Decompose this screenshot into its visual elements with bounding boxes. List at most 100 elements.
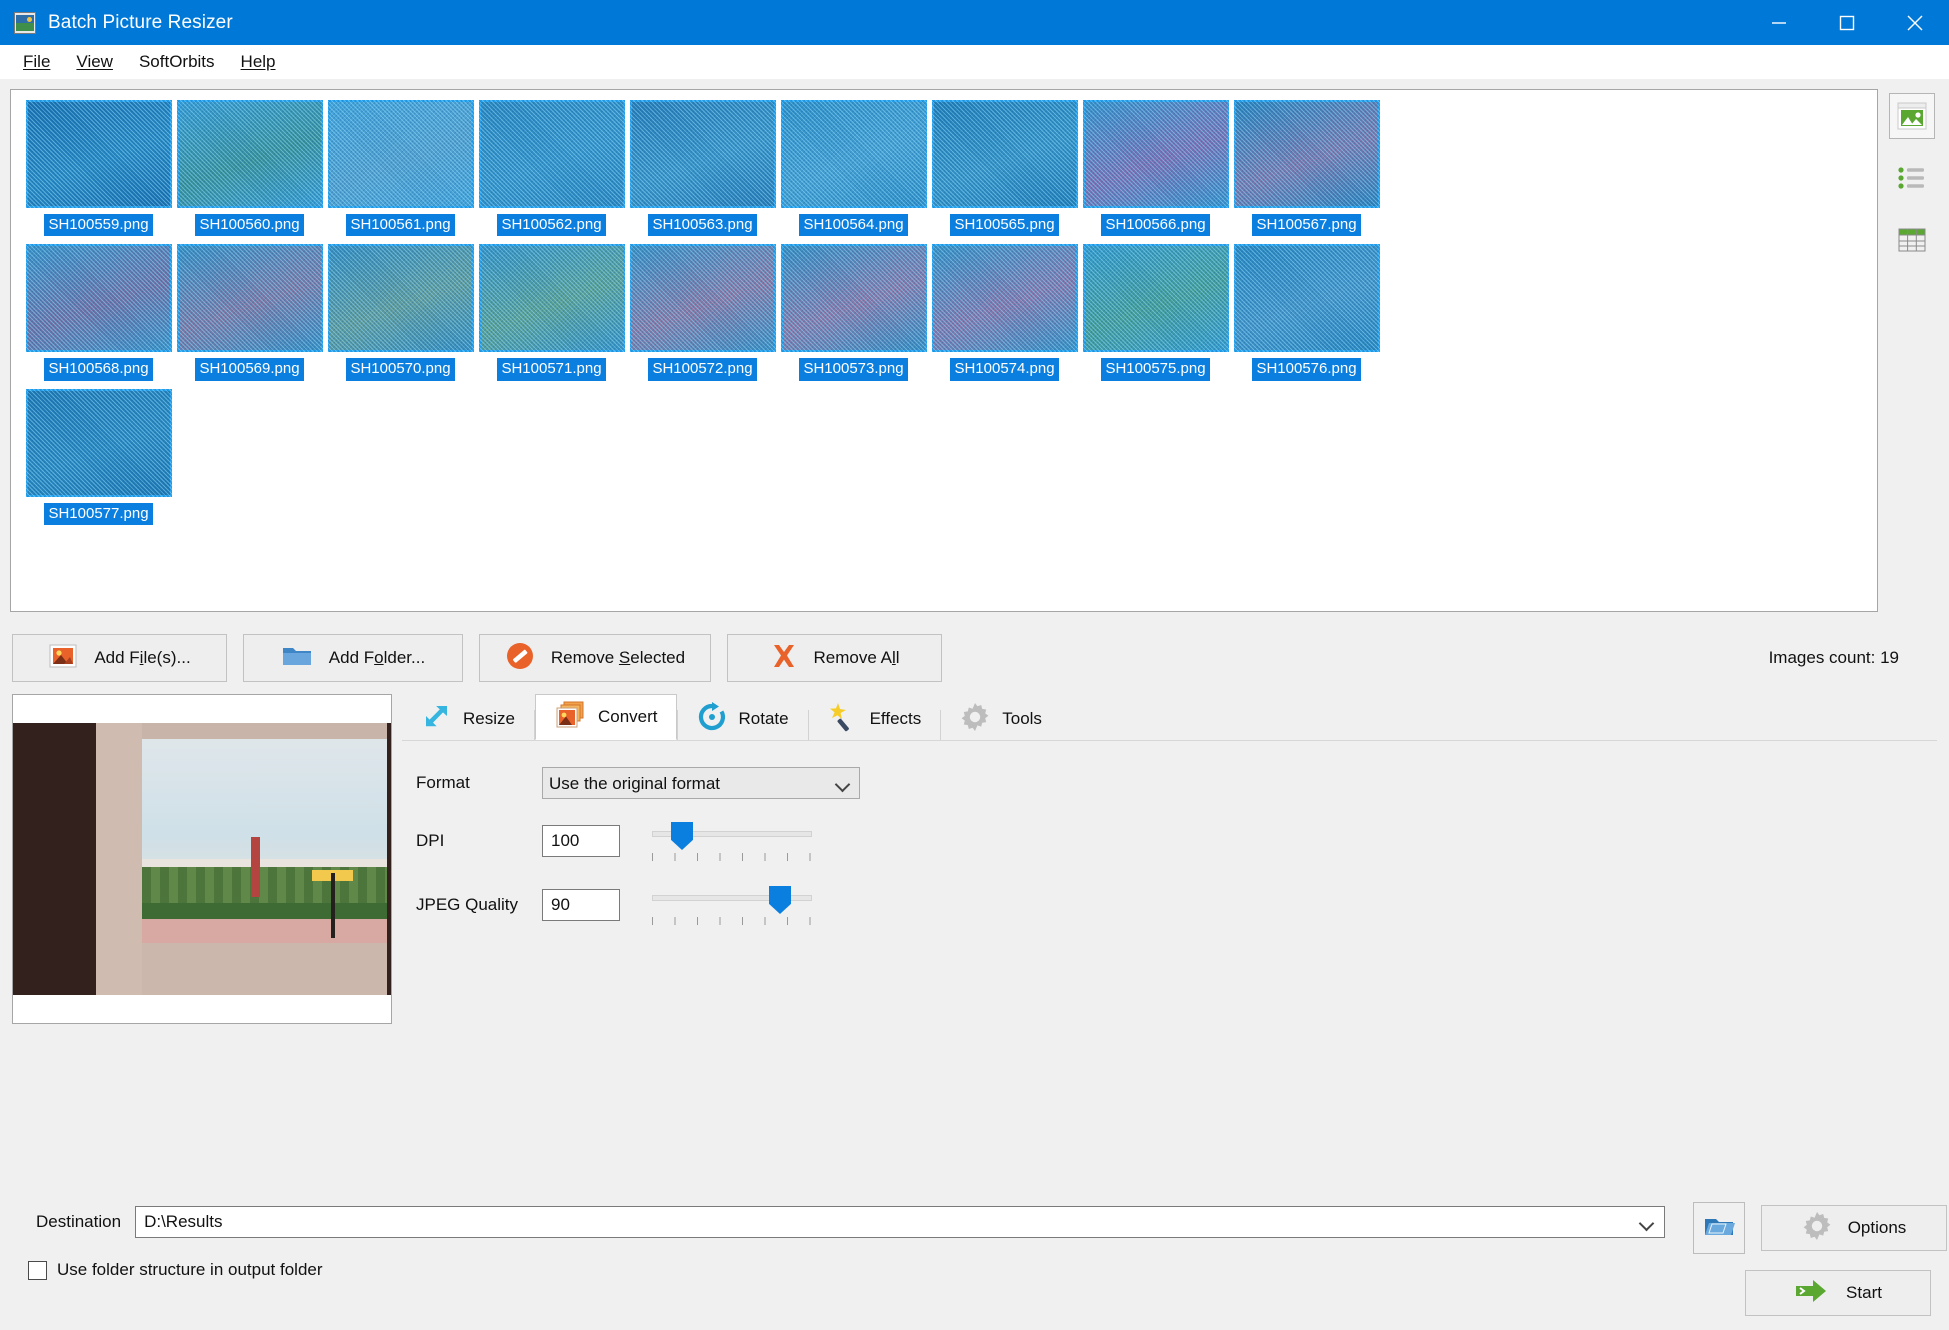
- thumbnail-image[interactable]: [25, 388, 172, 497]
- use-folder-structure-row[interactable]: Use folder structure in output folder: [28, 1260, 1677, 1280]
- maximize-icon[interactable]: [1813, 0, 1881, 45]
- thumbnail-item[interactable]: SH100574.png: [929, 244, 1080, 381]
- tab-convert[interactable]: Convert: [534, 694, 677, 740]
- thumbnail-image[interactable]: [25, 100, 172, 208]
- thumbnail-image[interactable]: [176, 244, 323, 353]
- thumbnail-item[interactable]: SH100565.png: [929, 100, 1080, 237]
- thumbnail-list-panel[interactable]: SH100559.png SH100560.png SH100561.png SH10…: [10, 89, 1878, 612]
- add-folder-button[interactable]: Add Folder...: [243, 634, 463, 682]
- thumbnail-view-icon[interactable]: [1889, 93, 1936, 139]
- selection-overlay: [629, 244, 776, 353]
- tab-rotate-label: Rotate: [738, 709, 789, 728]
- thumbnail-filename: SH100562.png: [497, 214, 606, 237]
- format-label: Format: [416, 773, 470, 792]
- thumbnail-item[interactable]: SH100569.png: [174, 244, 325, 381]
- title-bar: Batch Picture Resizer: [0, 0, 1949, 45]
- thumbnail-item[interactable]: SH100568.png: [23, 244, 174, 381]
- thumbnail-image[interactable]: [25, 244, 172, 353]
- thumbnail-image[interactable]: [327, 100, 474, 208]
- thumbnail-image[interactable]: [176, 100, 323, 208]
- images-count-label: Images count: 19: [1768, 648, 1899, 667]
- thumbnail-item[interactable]: SH100575.png: [1080, 244, 1231, 381]
- thumbnail-image[interactable]: [327, 244, 474, 353]
- tab-rotate[interactable]: Rotate: [677, 698, 808, 740]
- selection-overlay: [327, 100, 474, 208]
- bottom-right-buttons: Options Start: [1677, 1202, 1947, 1316]
- start-button[interactable]: Start: [1745, 1270, 1931, 1316]
- thumbnail-item[interactable]: SH100573.png: [778, 244, 929, 381]
- selection-overlay: [931, 244, 1078, 353]
- minimize-icon[interactable]: [1745, 0, 1813, 45]
- thumbnail-item[interactable]: SH100563.png: [627, 100, 778, 237]
- thumbnail-filename: SH100572.png: [648, 358, 757, 381]
- remove-all-button[interactable]: Remove All: [727, 634, 942, 682]
- thumbnail-image[interactable]: [931, 244, 1078, 353]
- thumbnail-item[interactable]: SH100571.png: [476, 244, 627, 381]
- tab-tools[interactable]: Tools: [941, 698, 1061, 740]
- tab-effects[interactable]: Effects: [808, 698, 941, 740]
- menu-file[interactable]: File: [10, 48, 63, 76]
- thumbnail-item[interactable]: SH100561.png: [325, 100, 476, 237]
- thumbnail-item[interactable]: SH100567.png: [1231, 100, 1382, 237]
- thumbnail-image[interactable]: [1233, 244, 1380, 353]
- list-view-icon[interactable]: [1889, 155, 1935, 201]
- jpeg-quality-slider-thumb[interactable]: [769, 886, 791, 914]
- remove-selected-label: Remove Selected: [550, 648, 686, 667]
- thumbnail-item[interactable]: SH100570.png: [325, 244, 476, 381]
- selection-overlay: [780, 244, 927, 353]
- dpi-slider-thumb[interactable]: [671, 822, 693, 850]
- destination-input[interactable]: [135, 1206, 1666, 1238]
- tab-resize-label: Resize: [463, 709, 515, 728]
- thumbnail-item[interactable]: SH100562.png: [476, 100, 627, 237]
- jpeg-quality-slider[interactable]: [652, 883, 812, 927]
- dpi-input[interactable]: [542, 825, 620, 857]
- thumbnail-item[interactable]: SH100572.png: [627, 244, 778, 381]
- thumbnail-image[interactable]: [1233, 100, 1380, 208]
- thumbnail-item[interactable]: SH100577.png: [23, 388, 174, 525]
- thumbnail-image[interactable]: [478, 244, 625, 353]
- close-icon[interactable]: [1881, 0, 1949, 45]
- lower-region: Resize Convert Rotate Effects Tools Form…: [0, 682, 1949, 1024]
- thumbnail-item[interactable]: SH100560.png: [174, 100, 325, 237]
- thumbnail-item[interactable]: SH100559.png: [23, 100, 174, 237]
- thumbnail-image[interactable]: [780, 100, 927, 208]
- menu-view[interactable]: View: [63, 48, 126, 76]
- browse-destination-button[interactable]: [1693, 1202, 1745, 1254]
- destination-row: Destination: [12, 1202, 1677, 1242]
- use-folder-structure-checkbox[interactable]: [28, 1260, 47, 1280]
- menu-help[interactable]: Help: [228, 48, 289, 76]
- format-select[interactable]: Use the original formatJPEGPNGBMPGIFTIFF…: [542, 767, 860, 799]
- picture-app-icon: [14, 11, 36, 34]
- tab-resize[interactable]: Resize: [402, 698, 534, 740]
- options-label: Options: [1847, 1218, 1907, 1237]
- selection-overlay: [780, 100, 927, 208]
- jpeg-quality-input[interactable]: [542, 889, 620, 921]
- thumbnail-image[interactable]: [931, 100, 1078, 208]
- thumbnail-filename: SH100575.png: [1101, 358, 1210, 381]
- thumbnail-row-gap: [23, 383, 1877, 389]
- remove-all-label: Remove All: [813, 648, 900, 667]
- table-view-icon[interactable]: [1889, 217, 1935, 263]
- dpi-slider[interactable]: [652, 819, 812, 863]
- thumbnail-image[interactable]: [629, 100, 776, 208]
- thumbnail-image[interactable]: [478, 100, 625, 208]
- thumbnail-image[interactable]: [1082, 100, 1229, 208]
- menu-softorbits[interactable]: SoftOrbits: [126, 48, 228, 76]
- menu-softorbits-label: SoftOrbits: [138, 51, 215, 71]
- thumbnail-image[interactable]: [780, 244, 927, 353]
- selection-overlay: [176, 244, 323, 353]
- view-mode-rail: [1886, 89, 1940, 612]
- gear-icon: [960, 702, 990, 737]
- application-window: Batch Picture Resizer File View SoftOrbi…: [0, 0, 1949, 1330]
- dpi-row: DPI: [416, 819, 1937, 863]
- remove-selected-button[interactable]: Remove Selected: [479, 634, 711, 682]
- thumbnail-item[interactable]: SH100564.png: [778, 100, 929, 237]
- thumbnail-image[interactable]: [1082, 244, 1229, 353]
- options-button[interactable]: Options: [1761, 1205, 1947, 1251]
- add-image-icon: [48, 643, 78, 674]
- tab-convert-label: Convert: [597, 707, 658, 726]
- thumbnail-item[interactable]: SH100566.png: [1080, 100, 1231, 237]
- thumbnail-image[interactable]: [629, 244, 776, 353]
- add-files-button[interactable]: Add File(s)...: [12, 634, 227, 682]
- thumbnail-item[interactable]: SH100576.png: [1231, 244, 1382, 381]
